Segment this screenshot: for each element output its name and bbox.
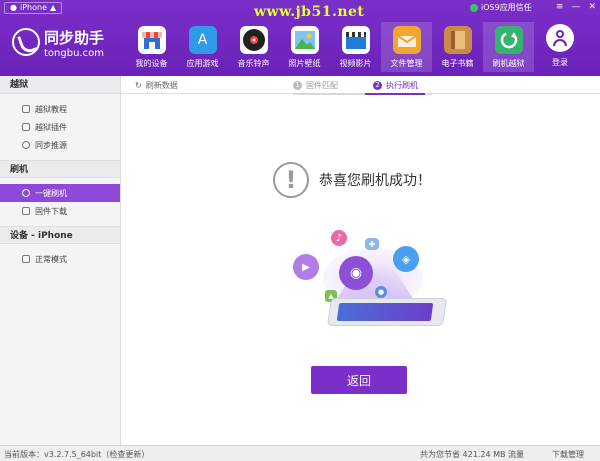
nav-my-device[interactable]: 我的设备 <box>126 22 177 72</box>
traffic-saved: 共为您节省 421.24 MB 流量 <box>420 450 525 459</box>
step-number: 2 <box>373 81 382 90</box>
nav-label: 照片壁纸 <box>288 59 321 68</box>
nav-label: 文件管理 <box>390 59 423 68</box>
sidebar-item-firmware-download[interactable]: 固件下载 <box>0 202 120 220</box>
main-panel: ↻ 刷新数据 1 固件匹配 2 执行刷机 ! 恭喜您刷机成功！ ♪ ✚ ▶ ◉ … <box>121 76 600 445</box>
step-execute-flash: 2 执行刷机 <box>373 80 418 91</box>
folder-icon <box>392 26 421 54</box>
trust-label: iOS9应用信任 <box>481 3 532 12</box>
download-manager-button[interactable]: 下载管理 <box>552 449 584 460</box>
sidebar-item-label: 正常模式 <box>35 254 67 264</box>
nav-file-management[interactable]: 文件管理 <box>381 22 432 72</box>
app-header: ● iPhone ▲ www.jb51.net iOS9应用信任 ≡ — ✕ 同… <box>0 0 600 76</box>
document-icon <box>22 105 30 113</box>
nav-videos[interactable]: 视频影片 <box>330 22 381 72</box>
sidebar-item-label: 越狱教程 <box>35 104 67 114</box>
success-message: ! 恭喜您刷机成功！ <box>273 162 431 198</box>
apple-icon: ● <box>10 3 17 12</box>
ios9-trust-link[interactable]: iOS9应用信任 <box>470 2 532 13</box>
photo-icon <box>290 26 319 54</box>
phone-icon <box>22 255 30 263</box>
nav-label: 音乐铃声 <box>237 59 270 68</box>
nav-ebooks[interactable]: 电子书籍 <box>432 22 483 72</box>
nav-apps-games[interactable]: A 应用游戏 <box>177 22 228 72</box>
music-disc-icon <box>239 26 268 54</box>
step-firmware-match: 1 固件匹配 <box>293 80 338 91</box>
sidebar-item-one-click-flash[interactable]: 一键刷机 <box>0 184 120 202</box>
clapper-icon <box>341 26 370 54</box>
sidebar-section-flash: 刷机 <box>0 160 120 178</box>
nav-music-ringtones[interactable]: 音乐铃声 <box>228 22 279 72</box>
version-info[interactable]: 当前版本：v3.2.7.5_64bit（检查更新） <box>4 449 149 460</box>
logo-domain: tongbu.com <box>44 48 104 59</box>
sidebar-item-sync-source[interactable]: 同步推源 <box>0 136 120 154</box>
nav-flash-jailbreak[interactable]: 刷机越狱 <box>483 22 534 72</box>
download-icon <box>22 207 30 215</box>
refresh-label: 刷新数据 <box>145 81 178 90</box>
trust-icon <box>470 3 478 12</box>
store-icon <box>137 26 166 54</box>
success-illustration: ♪ ✚ ▶ ◉ ◈ ▲ ● <box>289 224 449 344</box>
close-icon[interactable]: ✕ <box>588 2 596 12</box>
step-progress-fill <box>365 93 425 95</box>
sidebar-section-jailbreak: 越狱 <box>0 76 120 94</box>
window-controls: ≡ — ✕ <box>556 2 596 12</box>
sidebar-item-normal-mode[interactable]: 正常模式 <box>0 250 120 268</box>
exclamation-icon: ! <box>273 162 309 198</box>
watermark-text: www.jb51.net <box>254 4 365 20</box>
sidebar: 越狱 越狱教程 越狱插件 同步推源 刷机 一键刷机 固件下载 设备 - iPho… <box>0 76 121 445</box>
sidebar-item-jailbreak-plugins[interactable]: 越狱插件 <box>0 118 120 136</box>
nav-label: 刷机越狱 <box>492 59 525 68</box>
sidebar-item-label: 同步推源 <box>35 140 67 150</box>
video-play-icon: ▶ <box>293 254 319 280</box>
menu-icon[interactable]: ≡ <box>556 2 564 12</box>
logo-title: 同步助手 <box>44 29 105 47</box>
apple-logo-icon: ● <box>375 286 387 298</box>
camera-icon: ◉ <box>339 256 373 290</box>
gamepad-icon: ✚ <box>365 238 379 250</box>
title-bar: ● iPhone ▲ www.jb51.net iOS9应用信任 ≡ — ✕ <box>0 0 600 20</box>
success-text: 恭喜您刷机成功！ <box>319 173 431 189</box>
source-icon <box>22 141 30 149</box>
step-bar: ↻ 刷新数据 1 固件匹配 2 执行刷机 <box>121 76 600 95</box>
nav-photos-wallpapers[interactable]: 照片壁纸 <box>279 22 330 72</box>
book-icon <box>443 26 472 54</box>
refresh-icon: ↻ <box>135 81 142 90</box>
app-store-icon: A <box>188 26 217 54</box>
sidebar-section-device: 设备 - iPhone <box>0 226 120 244</box>
brand-logo: 同步助手 tongbu.com <box>12 24 122 64</box>
music-note-icon: ♪ <box>331 230 347 246</box>
status-bar: 当前版本：v3.2.7.5_64bit（检查更新） 共为您节省 421.24 M… <box>0 445 600 461</box>
nav-label: 应用游戏 <box>186 59 219 68</box>
sidebar-item-label: 一键刷机 <box>35 188 67 198</box>
eject-icon: ▲ <box>50 3 57 12</box>
tongbu-logo-icon <box>12 28 40 56</box>
login-label: 登录 <box>552 58 568 67</box>
sidebar-item-jailbreak-tutorial[interactable]: 越狱教程 <box>0 100 120 118</box>
step-label: 固件匹配 <box>306 81 338 90</box>
back-button[interactable]: 返回 <box>311 366 407 394</box>
step-label: 执行刷机 <box>386 81 418 90</box>
plugin-icon <box>22 123 30 131</box>
user-icon <box>546 24 574 52</box>
sidebar-item-label: 越狱插件 <box>35 122 67 132</box>
refresh-button[interactable]: ↻ 刷新数据 <box>135 80 178 91</box>
refresh-icon <box>494 26 523 54</box>
nav-label: 视频影片 <box>339 59 372 68</box>
minimize-icon[interactable]: — <box>571 2 580 12</box>
device-selector[interactable]: ● iPhone ▲ <box>4 2 63 14</box>
login-button[interactable]: 登录 <box>540 24 580 68</box>
nav-label: 我的设备 <box>135 59 168 68</box>
sidebar-item-label: 固件下载 <box>35 206 67 216</box>
step-number: 1 <box>293 81 302 90</box>
device-label: iPhone <box>19 3 47 12</box>
main-nav: 我的设备 A 应用游戏 音乐铃声 照片壁纸 视频影片 文件管理 电子书籍 刷机越… <box>126 22 534 72</box>
layers-icon: ◈ <box>393 246 419 272</box>
phone-illustration <box>327 298 447 326</box>
nav-label: 电子书籍 <box>441 59 474 68</box>
flash-icon <box>22 189 30 197</box>
